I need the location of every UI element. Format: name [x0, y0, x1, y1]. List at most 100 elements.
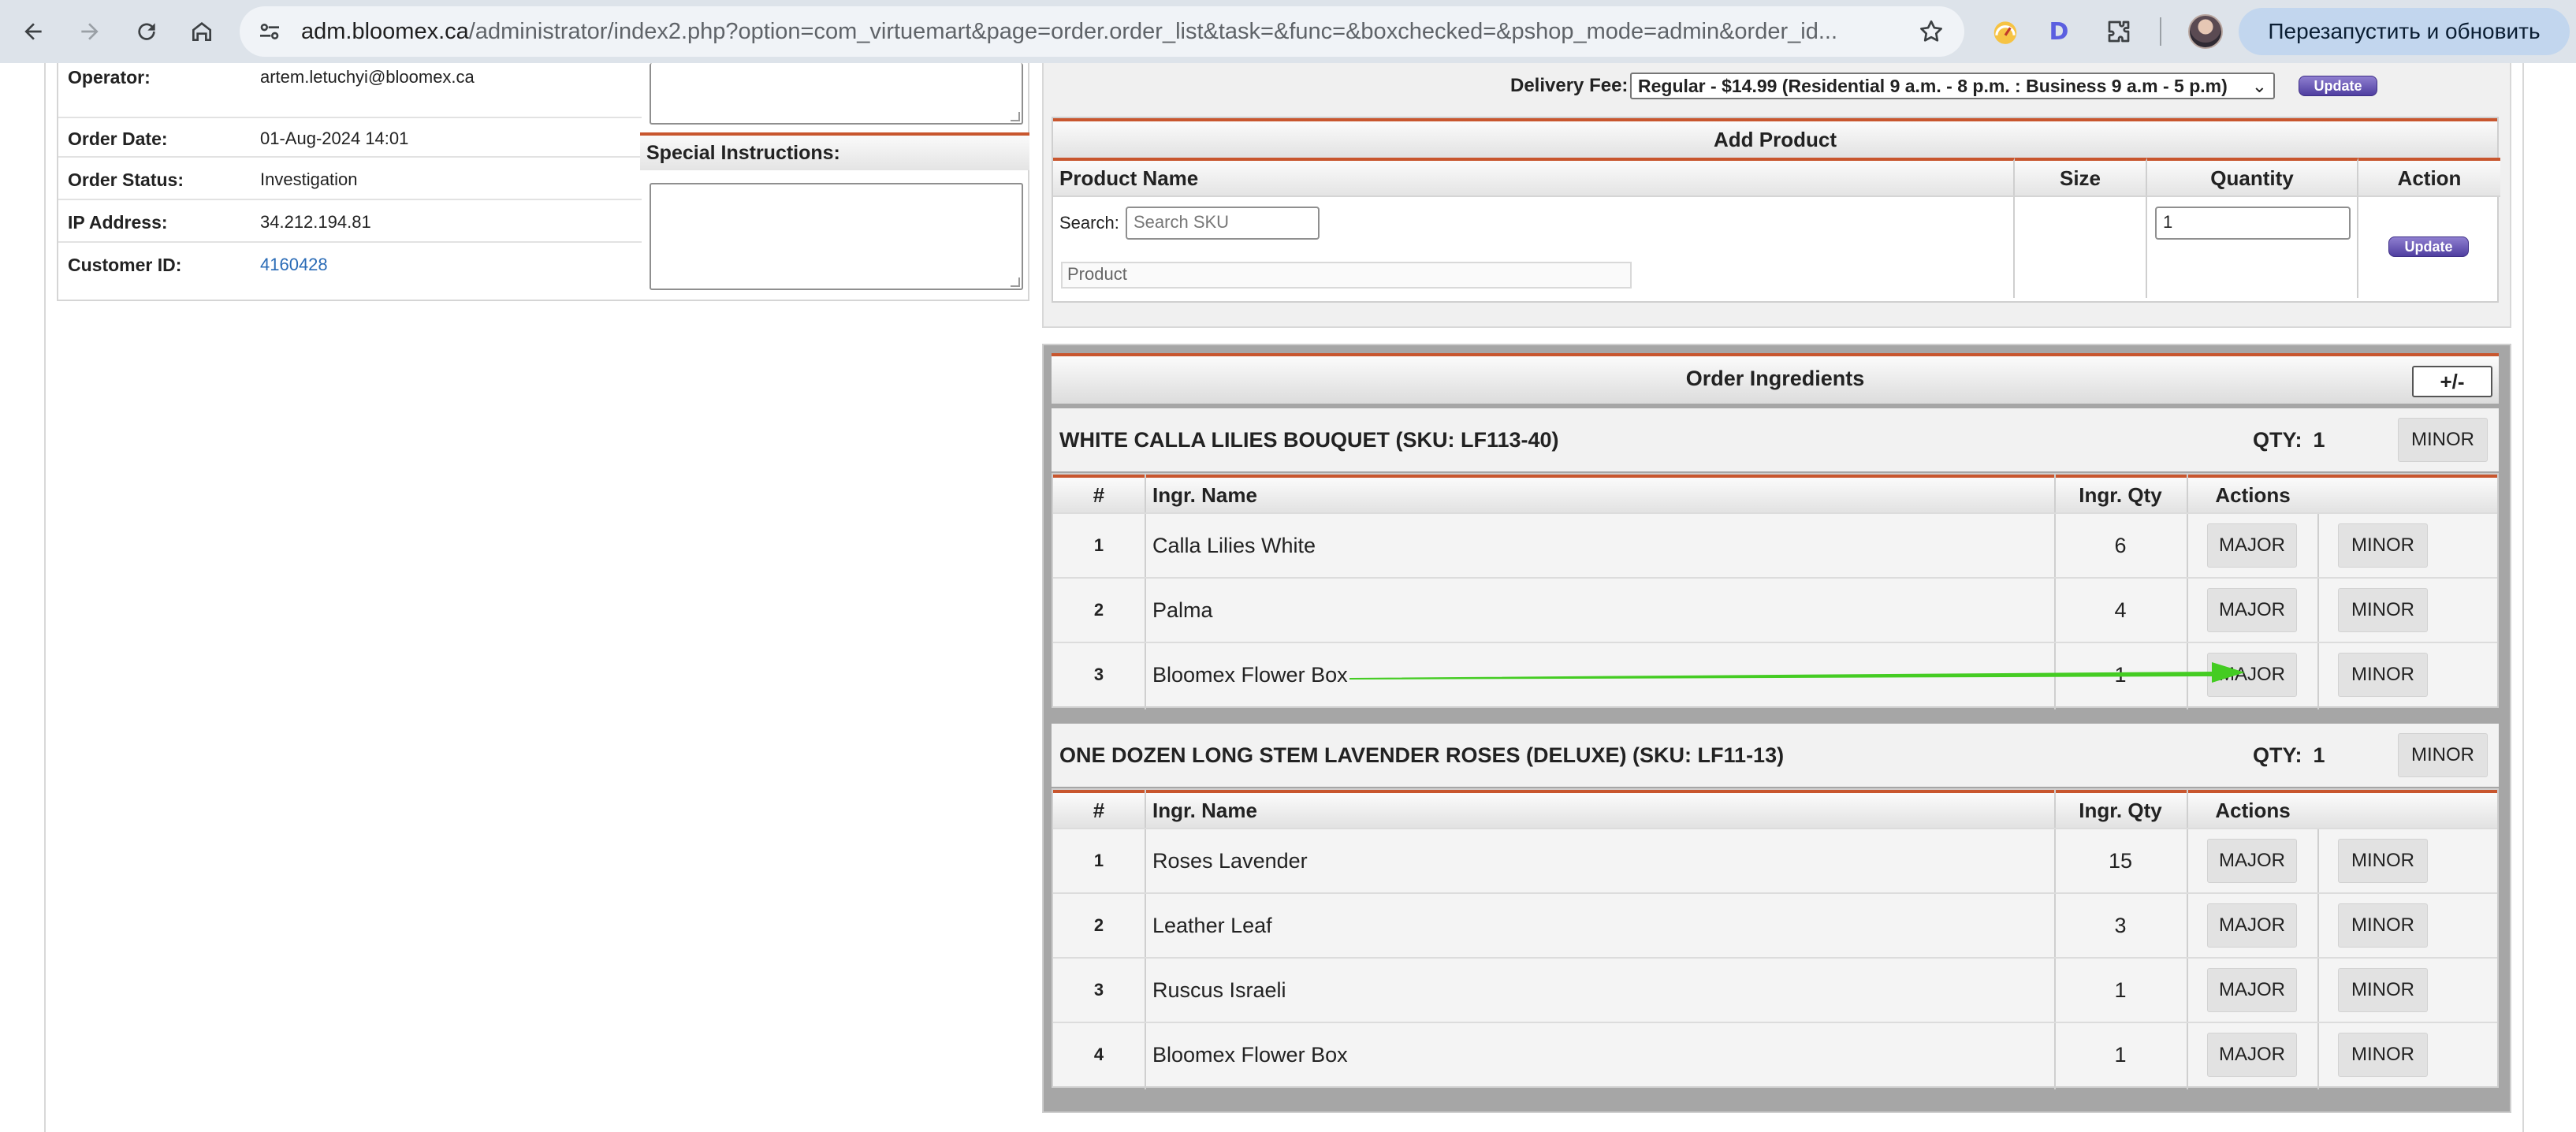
reload-icon[interactable]: [126, 11, 167, 52]
bouquet-header: ONE DOZEN LONG STEM LAVENDER ROSES (DELU…: [1052, 724, 2499, 787]
col-ingr-name: Ingr. Name: [1152, 799, 1257, 822]
delivery-update-button[interactable]: Update: [2299, 76, 2377, 96]
add-product-table: Add Product Product Name Size Quantity A…: [1052, 117, 2500, 303]
bookmark-star-icon[interactable]: [1917, 17, 1945, 46]
ingredient-num: 4: [1093, 1044, 1104, 1064]
order-date-label: Order Date:: [68, 128, 168, 149]
customer-id-row: Customer ID: 4160428: [58, 244, 642, 285]
site-settings-icon[interactable]: [257, 19, 282, 44]
bouquet-qty: QTY: 1: [2253, 743, 2325, 767]
ingredient-qty: 15: [2108, 849, 2133, 873]
ingredient-qty: 4: [2114, 598, 2127, 622]
col-ingr-qty: Ingr. Qty: [2079, 799, 2162, 822]
minor-button[interactable]: MINOR: [2338, 968, 2428, 1012]
order-status-row: Order Status: Investigation: [58, 159, 642, 200]
bouquet-minor-button[interactable]: MINOR: [2398, 733, 2488, 777]
ingredients-table-header: # Ingr. Name Ingr. Qty Actions: [1053, 475, 2497, 512]
chevron-down-icon: ⌄: [2251, 76, 2267, 96]
major-button[interactable]: MAJOR: [2207, 1033, 2297, 1077]
ip-address-value: 34.212.194.81: [260, 212, 371, 232]
ingredients-table-header: # Ingr. Name Ingr. Qty Actions: [1053, 790, 2497, 828]
minor-button[interactable]: MINOR: [2338, 588, 2428, 632]
action-cell: Update: [2358, 195, 2500, 298]
minor-button[interactable]: MINOR: [2338, 523, 2428, 568]
ingredient-row: 3 Bloomex Flower Box 1 MAJOR MINOR: [1053, 642, 2497, 706]
ingredient-qty: 1: [2114, 1043, 2127, 1067]
ip-address-row: IP Address: 34.212.194.81: [58, 202, 642, 243]
ingredient-num: 3: [1093, 980, 1104, 1000]
order-status-value: Investigation: [260, 169, 358, 189]
size-cell: [2015, 195, 2147, 298]
delivery-fee-select[interactable]: Regular - $14.99 (Residential 9 a.m. - 8…: [1630, 73, 2275, 99]
quantity-input[interactable]: 1: [2155, 207, 2351, 240]
major-button[interactable]: MAJOR: [2207, 523, 2297, 568]
order-ingredients-title: Order Ingredients: [1685, 367, 1865, 390]
bouquet-name: ONE DOZEN LONG STEM LAVENDER ROSES (DELU…: [1059, 743, 1785, 767]
minor-button[interactable]: MINOR: [2338, 839, 2428, 883]
address-bar[interactable]: adm.bloomex.ca/administrator/index2.php?…: [240, 6, 1964, 57]
ingredient-num: 2: [1093, 600, 1104, 620]
ingredient-qty: 1: [2114, 663, 2127, 687]
ingredient-name: Bloomex Flower Box: [1152, 1043, 1348, 1067]
major-button[interactable]: MAJOR: [2207, 653, 2297, 697]
product-name-cell: Search: Search SKU Product: [1053, 195, 2015, 298]
major-button[interactable]: MAJOR: [2207, 903, 2297, 948]
bouquet-minor-button[interactable]: MINOR: [2398, 418, 2488, 462]
toolbar-divider: [2160, 17, 2161, 46]
order-date-row: Order Date: 01-Aug-2024 14:01: [58, 117, 642, 158]
delivery-fee-label: Delivery Fee:: [1510, 75, 1629, 96]
ip-address-label: IP Address:: [68, 212, 168, 233]
special-instructions-label: Special Instructions:: [640, 132, 1029, 170]
back-icon[interactable]: [13, 11, 54, 52]
speedometer-extension-icon[interactable]: [1986, 13, 2024, 50]
minor-button[interactable]: MINOR: [2338, 903, 2428, 948]
ingredient-qty: 3: [2114, 914, 2127, 937]
minor-button[interactable]: MINOR: [2338, 1033, 2428, 1077]
major-button[interactable]: MAJOR: [2207, 968, 2297, 1012]
order-ingredients-header: Order Ingredients +/-: [1052, 353, 2499, 404]
extensions-puzzle-icon[interactable]: [2100, 13, 2138, 50]
search-sku-input[interactable]: Search SKU: [1126, 207, 1320, 240]
ingredient-row: 1 Roses Lavender 15 MAJOR MINOR: [1053, 828, 2497, 892]
frame-border-left: [44, 63, 46, 1132]
notes-textarea[interactable]: [650, 63, 1023, 125]
operator-label: Operator:: [68, 67, 151, 88]
ingredient-qty: 1: [2114, 978, 2127, 1002]
ingredient-name: Calla Lilies White: [1152, 534, 1316, 557]
operator-value: artem.letuchyi@bloomex.ca: [260, 67, 475, 87]
ingredient-num: 3: [1093, 665, 1104, 684]
ingredient-row: 3 Ruscus Israeli 1 MAJOR MINOR: [1053, 957, 2497, 1022]
frame-border-right: [2522, 63, 2524, 1132]
ingredient-row: 1 Calla Lilies White 6 MAJOR MINOR: [1053, 512, 2497, 577]
product-input[interactable]: Product: [1061, 262, 1632, 289]
d-extension-icon[interactable]: D: [2040, 13, 2078, 50]
operator-row: Operator: artem.letuchyi@bloomex.ca: [58, 63, 642, 104]
browser-toolbar: adm.bloomex.ca/administrator/index2.php?…: [0, 0, 2576, 63]
minor-button[interactable]: MINOR: [2338, 653, 2428, 697]
customer-id-label: Customer ID:: [68, 255, 182, 275]
relaunch-update-button[interactable]: Перезапустить и обновить: [2239, 8, 2570, 55]
add-product-update-button[interactable]: Update: [2388, 236, 2469, 257]
search-label: Search:: [1059, 213, 1119, 233]
major-button[interactable]: MAJOR: [2207, 588, 2297, 632]
toggle-ingredients-button[interactable]: +/-: [2412, 366, 2492, 397]
major-button[interactable]: MAJOR: [2207, 839, 2297, 883]
col-quantity: Quantity: [2147, 158, 2358, 195]
forward-icon[interactable]: [69, 11, 110, 52]
customer-id-link[interactable]: 4160428: [260, 244, 328, 285]
ingredient-num: 1: [1093, 851, 1104, 870]
special-instructions-textarea[interactable]: [650, 183, 1023, 290]
col-actions: Actions: [2215, 483, 2291, 507]
profile-avatar[interactable]: [2188, 14, 2223, 49]
ingredient-row: 2 Palma 4 MAJOR MINOR: [1053, 577, 2497, 642]
col-ingr-name: Ingr. Name: [1152, 483, 1257, 507]
ingredients-table: # Ingr. Name Ingr. Qty Actions 1 Calla L…: [1052, 473, 2499, 709]
col-size: Size: [2015, 158, 2147, 195]
order-status-label: Order Status:: [68, 169, 184, 190]
url-text[interactable]: adm.bloomex.ca/administrator/index2.php?…: [301, 6, 1885, 57]
bouquet-name: WHITE CALLA LILIES BOUQUET (SKU: LF113-4…: [1059, 428, 1559, 452]
quantity-cell: 1: [2147, 195, 2358, 298]
ingredients-table: # Ingr. Name Ingr. Qty Actions 1 Roses L…: [1052, 788, 2499, 1089]
home-icon[interactable]: [181, 11, 222, 52]
ingredient-name: Roses Lavender: [1152, 849, 1308, 873]
